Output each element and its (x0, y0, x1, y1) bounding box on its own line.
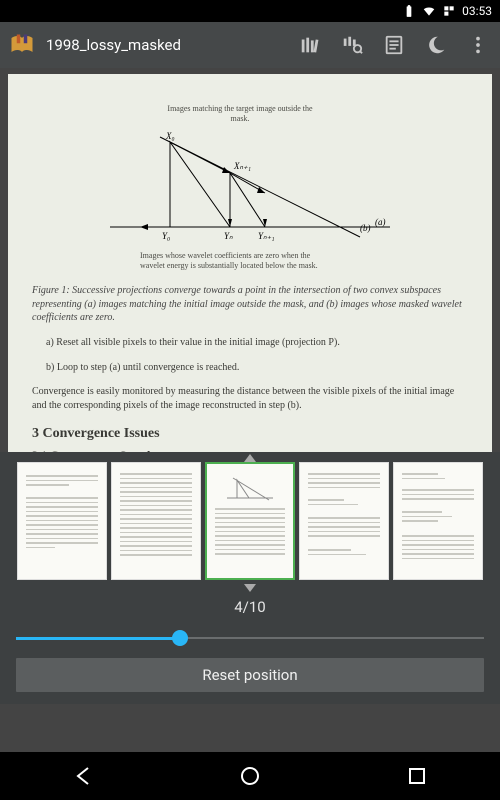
page-thumbnail[interactable] (17, 462, 107, 580)
page-thumbnail[interactable] (111, 462, 201, 580)
page-slider[interactable] (0, 616, 500, 654)
night-mode-button[interactable] (422, 31, 450, 59)
app-switch-icon (442, 4, 456, 18)
document-area: Images matching the target image outside… (0, 68, 500, 752)
thumbnails-panel: 4/10 Reset position (0, 452, 500, 704)
svg-text:Yₙ: Yₙ (224, 231, 233, 241)
battery-icon (402, 4, 416, 18)
options-button[interactable] (380, 31, 408, 59)
overflow-menu-button[interactable] (464, 31, 492, 59)
thumbnails-row[interactable] (0, 452, 500, 584)
library-book-icon (8, 31, 36, 59)
current-page-marker-top (244, 454, 256, 462)
page-view[interactable]: Images matching the target image outside… (8, 74, 492, 492)
android-nav-bar (0, 752, 500, 800)
svg-text:(a): (a) (375, 217, 386, 227)
app-bar: 1998_lossy_masked (0, 22, 500, 68)
current-page-marker-bottom (244, 584, 256, 592)
wifi-icon (422, 4, 436, 18)
diagram-caption-top: Images matching the target image outside… (160, 104, 320, 123)
status-time: 03:53 (462, 4, 492, 18)
back-button[interactable] (53, 752, 113, 800)
shelves-button[interactable] (338, 31, 366, 59)
svg-text:Yₙ₊₁: Yₙ₊₁ (258, 231, 274, 241)
page-counter: 4/10 (0, 598, 500, 616)
figure-diagram: Images matching the target image outside… (100, 104, 400, 270)
recents-button[interactable] (387, 752, 447, 800)
page-thumbnail[interactable] (393, 462, 483, 580)
home-button[interactable] (220, 752, 280, 800)
svg-text:Xₙ₊₁: Xₙ₊₁ (233, 161, 251, 171)
page-thumbnail[interactable] (299, 462, 389, 580)
slider-knob[interactable] (172, 630, 188, 646)
page-thumbnail-current[interactable] (205, 462, 295, 580)
status-bar: 03:53 (0, 0, 500, 22)
figure-caption: Figure 1: Successive projections converg… (32, 284, 468, 325)
step-a: a) Reset all visible pixels to their val… (46, 335, 468, 350)
svg-text:(b): (b) (360, 223, 371, 233)
library-button[interactable] (296, 31, 324, 59)
document-title: 1998_lossy_masked (46, 36, 282, 54)
step-b: b) Loop to step (a) until convergence is… (46, 360, 468, 375)
diagram-caption-bottom: Images whose wavelet coefficients are ze… (140, 251, 320, 270)
paragraph-1: Convergence is easily monitored by measu… (32, 385, 468, 414)
section-heading: 3 Convergence Issues (32, 426, 468, 442)
svg-text:X₀: X₀ (165, 131, 175, 141)
svg-text:Y₀: Y₀ (162, 231, 170, 241)
reset-position-button[interactable]: Reset position (16, 658, 484, 692)
